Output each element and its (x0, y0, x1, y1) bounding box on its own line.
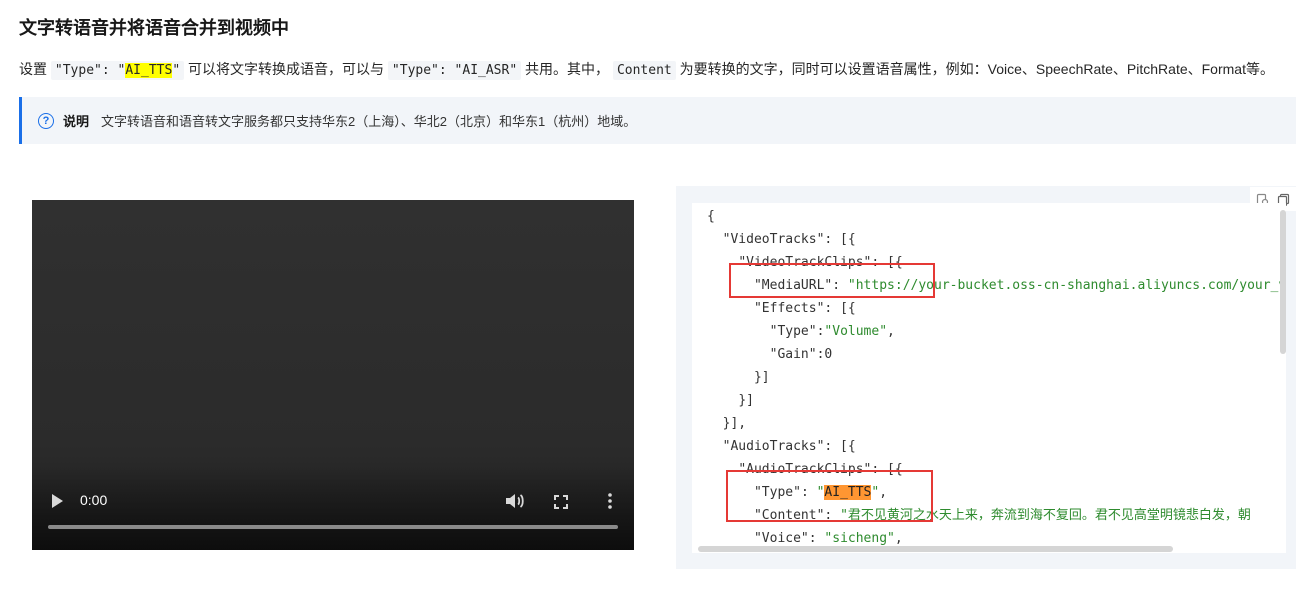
intro-text: 为要转换的文字，同时可以设置语音属性，例如：Voice、SpeechRate、P… (679, 61, 1274, 77)
more-options-icon[interactable] (606, 492, 614, 510)
highlight-ai-tts: AI_TTS (125, 63, 173, 78)
note-label: 说明 (63, 114, 90, 129)
mediaurl-annotation-box (729, 263, 935, 298)
question-circle-icon: ? (38, 112, 54, 129)
play-icon[interactable] (52, 494, 63, 508)
code-vertical-scrollbar[interactable] (1280, 210, 1286, 354)
intro-text: 可以将文字转换成语音，可以与 (188, 61, 385, 77)
code-horizontal-scrollbar[interactable] (698, 546, 1173, 552)
inline-code-content: Content (612, 61, 676, 80)
tts-annotation-box (726, 470, 933, 522)
inline-code-type-tts: "Type": "AI_TTS" (50, 61, 185, 80)
intro-text: 共用。其中， (525, 61, 610, 77)
page-title: 文字转语音并将语音合并到视频中 (19, 18, 289, 38)
video-controls (32, 465, 634, 550)
volume-icon[interactable] (504, 492, 526, 510)
note-box: ? 说明 文字转语音和语音转文字服务都只支持华东2（上海）、华北2（北京）和华东… (19, 97, 1296, 144)
video-progress-bar[interactable] (48, 525, 618, 529)
note-text: 文字转语音和语音转文字服务都只支持华东2（上海）、华北2（北京）和华东1（杭州）… (101, 114, 637, 129)
intro-text: 设置 (19, 61, 47, 77)
fullscreen-icon[interactable] (553, 494, 569, 510)
video-player[interactable]: 0:00 (32, 200, 634, 550)
inline-code-type-asr: "Type": "AI_ASR" (387, 61, 522, 80)
intro-paragraph: 设置 "Type": "AI_TTS" 可以将文字转换成语音，可以与 "Type… (19, 59, 1274, 81)
video-time: 0:00 (80, 492, 108, 508)
